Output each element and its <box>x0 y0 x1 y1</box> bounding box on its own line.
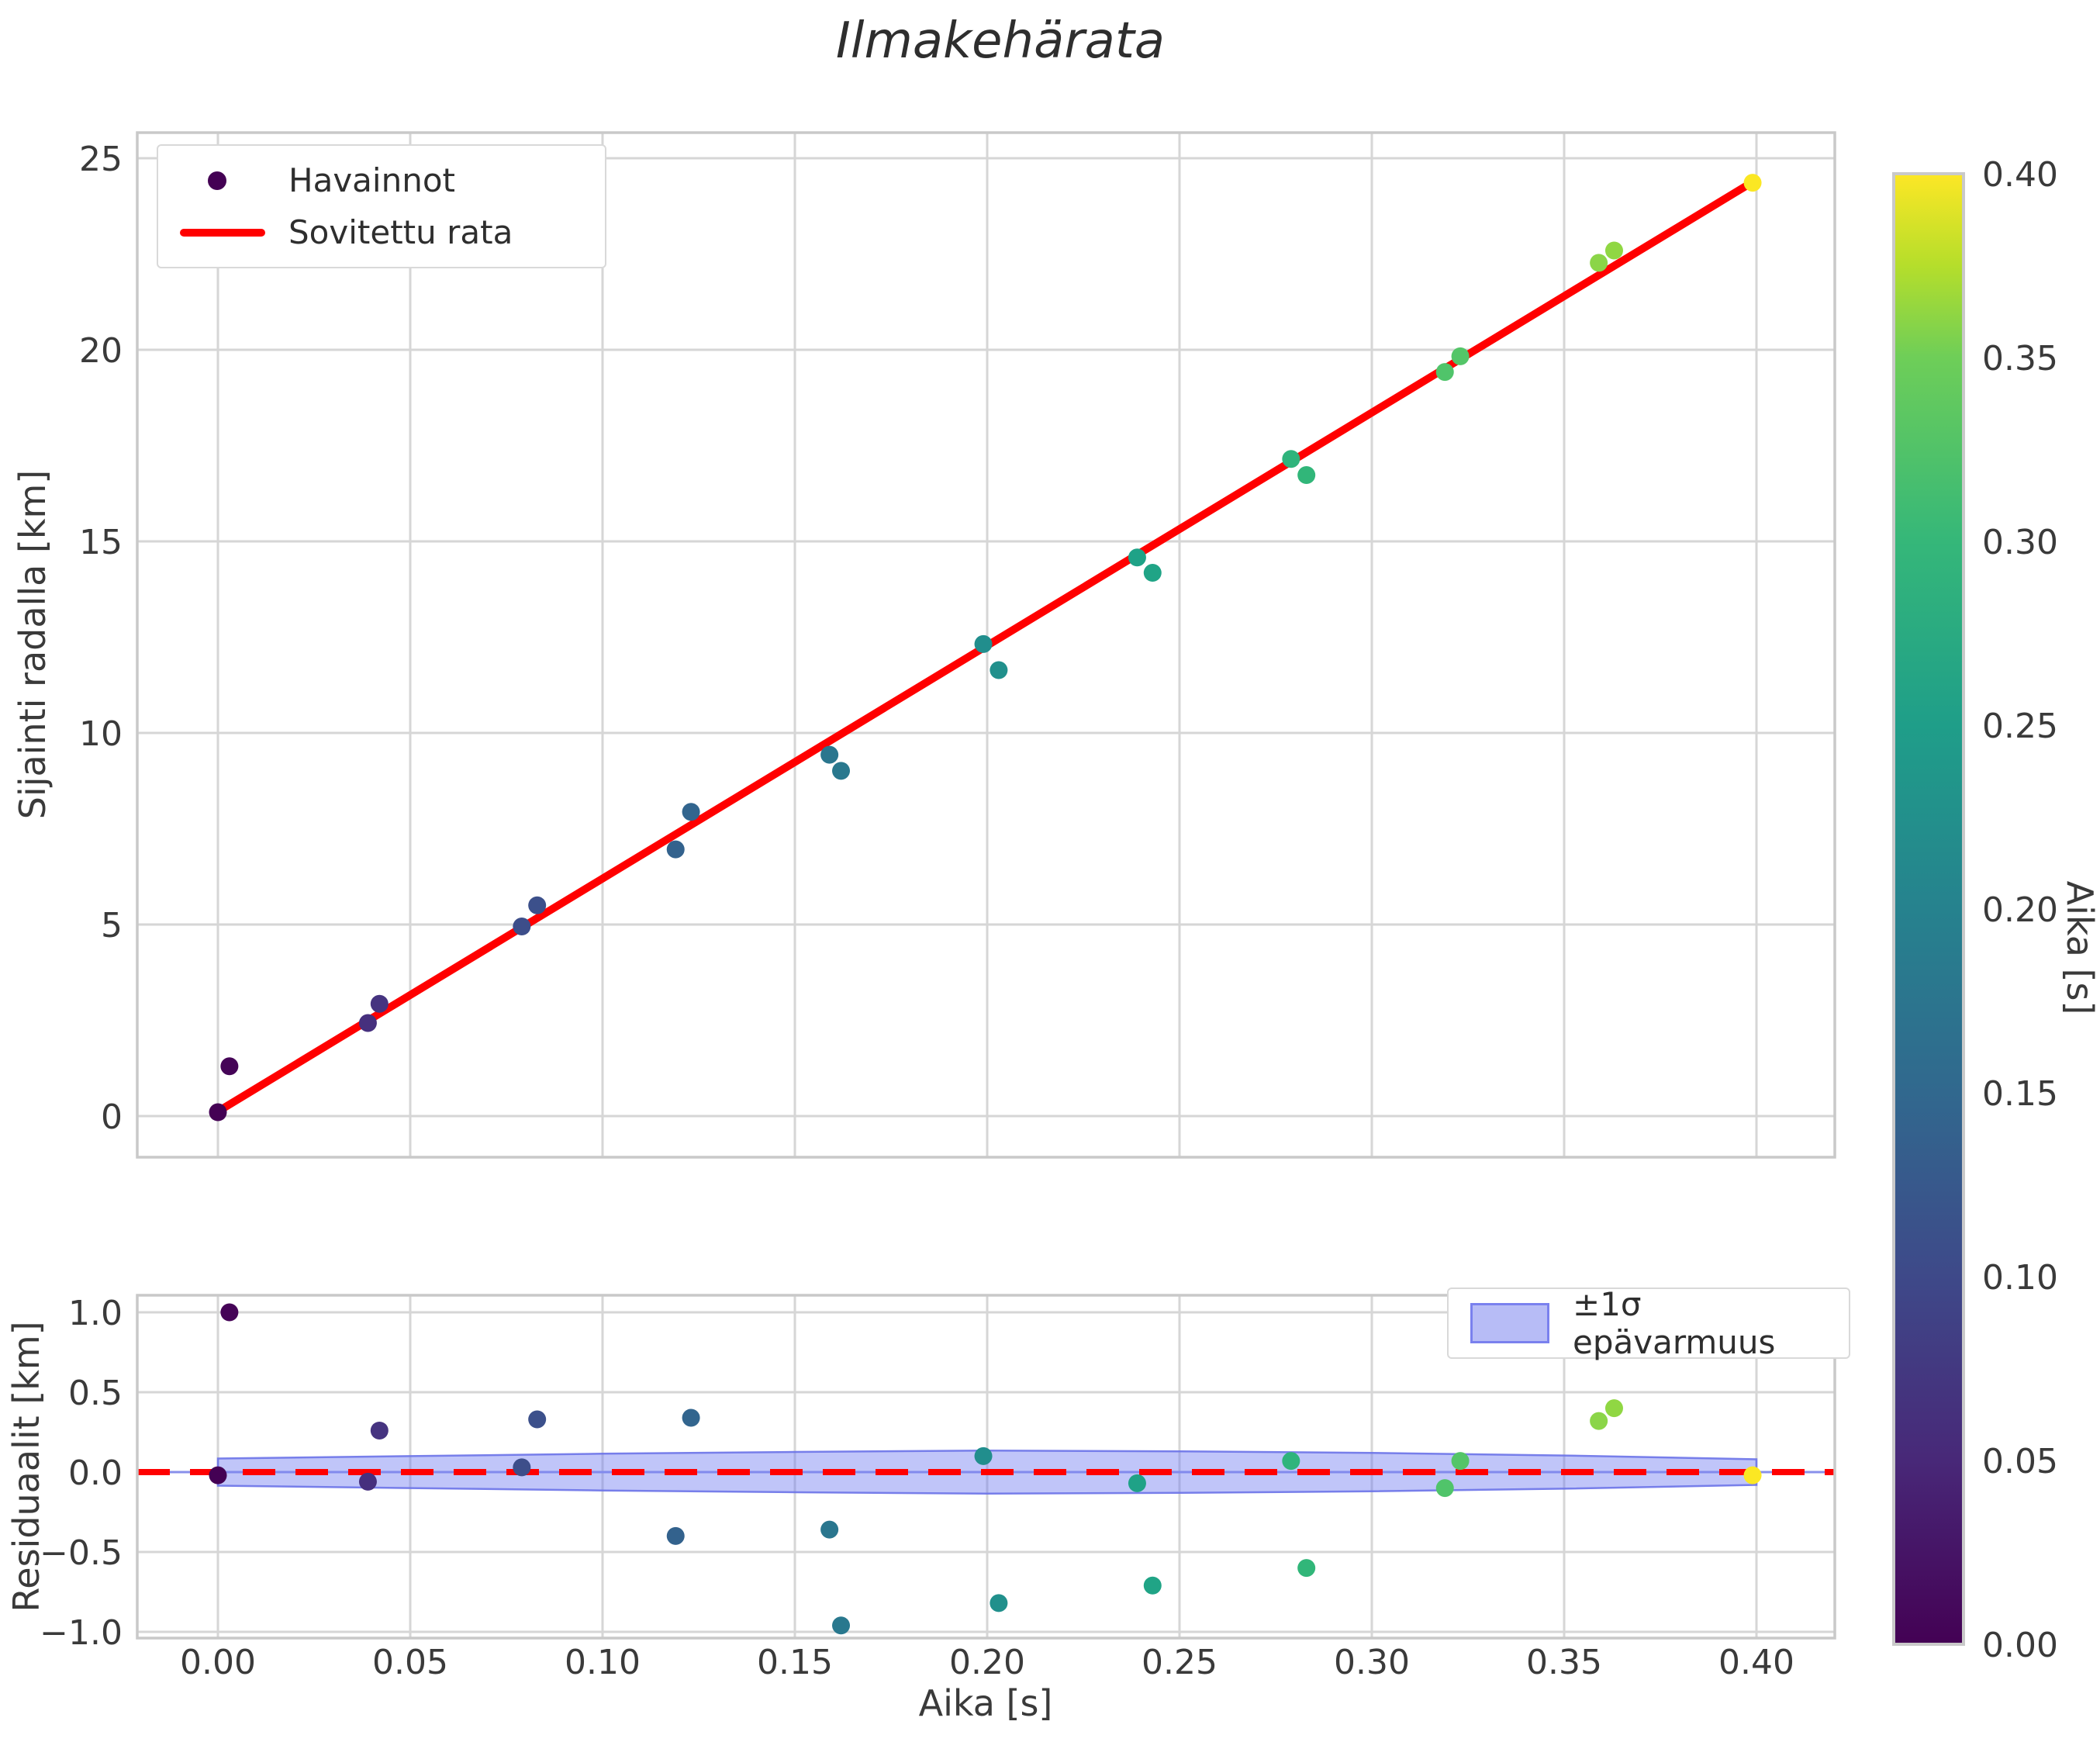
legend-row-fit: Sovitettu rata <box>180 213 583 251</box>
residual-point <box>220 1303 239 1322</box>
residual-point <box>370 1421 389 1440</box>
scatter-point <box>1451 347 1470 365</box>
residual-point <box>513 1458 531 1477</box>
scatter-point <box>832 762 851 780</box>
colorbar-tick-label: 0.35 <box>1982 339 2058 378</box>
main-y-tick-label: 15 <box>79 523 123 562</box>
legend-row-observations: Havainnot <box>180 161 583 199</box>
main-y-tick-label: 20 <box>79 331 123 371</box>
scatter-marker-icon <box>208 171 226 190</box>
scatter-point <box>1590 254 1608 272</box>
legend-fit-label: Sovitettu rata <box>288 213 513 251</box>
legend-row-band: ±1σ epävarmuus <box>1470 1285 1827 1361</box>
x-tick-label: 0.40 <box>1718 1643 1794 1682</box>
residual-point <box>666 1526 685 1545</box>
residual-point <box>1435 1479 1454 1498</box>
x-tick-label: 0.15 <box>757 1643 833 1682</box>
colorbar-gradient <box>1892 172 1965 1646</box>
main-y-tick-label: 5 <box>101 906 123 945</box>
residual-point <box>1743 1466 1762 1485</box>
scatter-point <box>528 896 547 914</box>
residual-y-tick-label: −0.5 <box>40 1533 123 1573</box>
scatter-point <box>1143 564 1162 582</box>
colorbar-tick-label: 0.20 <box>1982 890 2058 930</box>
residual-point <box>1143 1576 1162 1595</box>
x-tick-label: 0.05 <box>372 1643 448 1682</box>
legend-band-label: ±1σ epävarmuus <box>1573 1285 1776 1361</box>
residual-y-tick-label: −1.0 <box>40 1613 123 1653</box>
residual-point <box>820 1520 839 1539</box>
fit-line-marker-icon <box>180 228 265 237</box>
scatter-point <box>1297 466 1316 485</box>
residual-point <box>1282 1452 1300 1471</box>
x-tick-label: 0.00 <box>180 1643 256 1682</box>
colorbar-tick-label: 0.40 <box>1982 155 2058 195</box>
colorbar-tick-label: 0.15 <box>1982 1074 2058 1114</box>
residual-point <box>1451 1452 1470 1471</box>
residual-y-axis-label: Residuaalit [km] <box>5 1321 47 1612</box>
colorbar-tick-label: 0.10 <box>1982 1258 2058 1298</box>
residual-y-tick-label: 0.5 <box>68 1374 123 1413</box>
band-marker-icon <box>1470 1303 1549 1343</box>
colorbar-tick-label: 0.05 <box>1982 1442 2058 1481</box>
scatter-point <box>220 1057 239 1076</box>
scatter-point <box>974 634 993 653</box>
legend-observations-label: Havainnot <box>288 161 455 199</box>
colorbar-tick-label: 0.25 <box>1982 707 2058 746</box>
scatter-point <box>1282 450 1300 468</box>
scatter-point <box>820 745 839 764</box>
residual-point <box>528 1410 547 1429</box>
colorbar-tick-label: 0.00 <box>1982 1626 2058 1665</box>
scatter-point <box>990 661 1008 679</box>
residual-point <box>974 1446 993 1465</box>
residual-point <box>682 1408 700 1427</box>
figure-canvas: Ilmakehärata 0.00 0.05 0.10 0.15 0.20 0.25 0.3… <box>0 0 2100 1742</box>
x-tick-label: 0.25 <box>1142 1643 1218 1682</box>
scatter-point <box>1128 548 1146 567</box>
residual-y-tick-label: 0.0 <box>68 1453 123 1493</box>
x-tick-label: 0.35 <box>1526 1643 1602 1682</box>
main-y-tick-label: 25 <box>79 140 123 179</box>
x-tick-label: 0.30 <box>1334 1643 1410 1682</box>
scatter-point <box>1743 174 1762 192</box>
residual-point <box>1128 1474 1146 1492</box>
main-legend: Havainnot Sovitettu rata <box>157 144 606 268</box>
residual-y-tick-label: 1.0 <box>68 1294 123 1333</box>
scatter-point <box>682 803 700 821</box>
scatter-point <box>358 1014 377 1032</box>
main-y-tick-label: 10 <box>79 714 123 754</box>
residual-point <box>990 1594 1008 1612</box>
residual-point <box>358 1472 377 1491</box>
residual-point <box>1297 1559 1316 1578</box>
main-plot <box>136 131 1836 1159</box>
colorbar <box>1892 172 1965 1646</box>
residual-point <box>209 1466 227 1485</box>
colorbar-tick-label: 0.30 <box>1982 523 2058 562</box>
main-y-axis-label: Sijainti radalla [km] <box>12 470 54 820</box>
residual-point <box>832 1616 851 1635</box>
x-axis-label: Aika [s] <box>919 1682 1053 1724</box>
residual-legend: ±1σ epävarmuus <box>1447 1285 1850 1361</box>
residual-point <box>1604 1399 1623 1418</box>
main-y-tick-label: 0 <box>101 1097 123 1137</box>
scatter-point <box>513 917 531 935</box>
scatter-point <box>1604 241 1623 260</box>
colorbar-label: Aika [s] <box>2059 881 2100 1015</box>
x-tick-label: 0.20 <box>949 1643 1025 1682</box>
residual-point <box>1590 1412 1608 1430</box>
scatter-point <box>666 840 685 859</box>
scatter-point <box>1435 363 1454 382</box>
scatter-point <box>209 1103 227 1122</box>
x-tick-label: 0.10 <box>565 1643 641 1682</box>
scatter-point <box>370 994 389 1013</box>
